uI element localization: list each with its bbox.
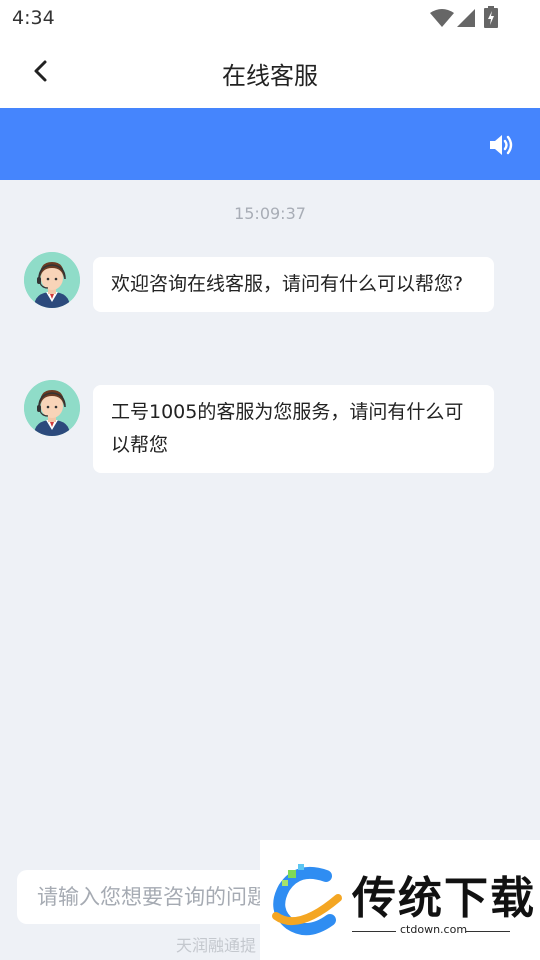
page-title: 在线客服: [222, 62, 318, 90]
agent-avatar-icon: [24, 252, 80, 308]
notice-banner: [0, 108, 540, 180]
status-bar: 4:34: [0, 0, 540, 38]
message-bubble: 工号1005的客服为您服务，请问有什么可以帮您: [93, 385, 494, 473]
watermark: 传统下载 ctdown.com: [260, 840, 540, 960]
message-text: 工号1005的客服为您服务，请问有什么可以帮您: [111, 401, 464, 456]
message-text: 欢迎咨询在线客服，请问有什么可以帮您?: [111, 273, 464, 295]
watermark-logo-icon: [272, 864, 342, 936]
agent-avatar: [24, 252, 80, 308]
message-timestamp: 15:09:37: [234, 204, 306, 223]
watermark-rule: [352, 931, 396, 932]
agent-avatar: [24, 380, 80, 436]
speaker-icon: [490, 135, 513, 155]
powered-by-text: 天润融通提: [176, 936, 257, 955]
message-bubble: 欢迎咨询在线客服，请问有什么可以帮您?: [93, 257, 494, 312]
battery-icon: [484, 6, 498, 28]
watermark-brand: 传统下载: [352, 873, 536, 924]
cell-signal-icon: [457, 9, 475, 27]
wifi-icon: [430, 9, 454, 27]
watermark-url: ctdown.com: [400, 923, 468, 936]
status-time: 4:34: [12, 7, 55, 29]
watermark-rule: [466, 931, 510, 932]
speaker-button[interactable]: [488, 132, 516, 158]
chat-area: 15:09:37 欢迎咨询在线客服，请问有什么可以帮您? 工号1005的客服为您…: [0, 180, 540, 840]
header: 在线客服: [0, 38, 540, 108]
agent-avatar-icon: [24, 380, 80, 436]
